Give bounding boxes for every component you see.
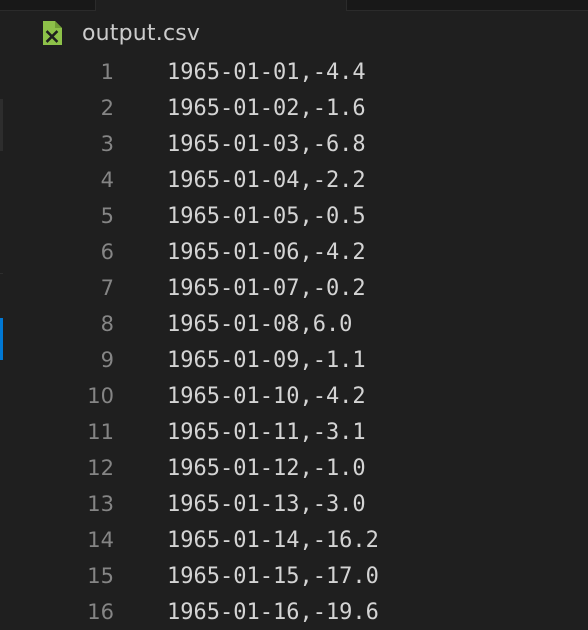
code-line[interactable]: 14 1965-01-14,-16.2 bbox=[0, 522, 588, 558]
editor-window: output.csv 1 1965-01-01,-4.4 2 1965-01-02,-… bbox=[0, 0, 588, 630]
line-number: 3 bbox=[100, 132, 114, 156]
code-line[interactable]: 4 1965-01-04,-2.2 bbox=[0, 162, 588, 198]
line-text[interactable]: 1965-01-02,-1.6 bbox=[167, 96, 366, 121]
line-text[interactable]: 1965-01-14,-16.2 bbox=[167, 528, 379, 553]
line-text[interactable]: 1965-01-12,-1.0 bbox=[167, 456, 366, 481]
line-text[interactable]: 1965-01-06,-4.2 bbox=[167, 240, 366, 265]
breadcrumb[interactable]: output.csv bbox=[40, 18, 200, 48]
code-line[interactable]: 1 1965-01-01,-4.4 bbox=[0, 54, 588, 90]
line-number: 4 bbox=[100, 168, 114, 192]
code-line[interactable]: 15 1965-01-15,-17.0 bbox=[0, 558, 588, 594]
line-number: 6 bbox=[100, 240, 114, 264]
line-text[interactable]: 1965-01-04,-2.2 bbox=[167, 168, 366, 193]
line-number: 9 bbox=[100, 348, 114, 372]
csv-file-icon bbox=[40, 19, 64, 47]
line-number: 16 bbox=[87, 600, 114, 624]
code-line[interactable]: 10 1965-01-10,-4.2 bbox=[0, 378, 588, 414]
line-number: 5 bbox=[100, 204, 114, 228]
line-text[interactable]: 1965-01-13,-3.0 bbox=[167, 492, 366, 517]
line-text[interactable]: 1965-01-11,-3.1 bbox=[167, 420, 366, 445]
line-number: 7 bbox=[100, 276, 114, 300]
code-line[interactable]: 3 1965-01-03,-6.8 bbox=[0, 126, 588, 162]
line-text[interactable]: 1965-01-16,-19.6 bbox=[167, 600, 379, 625]
line-text[interactable]: 1965-01-05,-0.5 bbox=[167, 204, 366, 229]
code-line[interactable]: 12 1965-01-12,-1.0 bbox=[0, 450, 588, 486]
line-text[interactable]: 1965-01-15,-17.0 bbox=[167, 564, 379, 589]
code-line[interactable]: 13 1965-01-13,-3.0 bbox=[0, 486, 588, 522]
line-number: 8 bbox=[100, 312, 114, 336]
line-number: 11 bbox=[87, 420, 114, 444]
line-text[interactable]: 1965-01-07,-0.2 bbox=[167, 276, 366, 301]
file-name: output.csv bbox=[82, 20, 201, 46]
code-line[interactable]: 6 1965-01-06,-4.2 bbox=[0, 234, 588, 270]
code-line[interactable]: 16 1965-01-16,-19.6 bbox=[0, 594, 588, 630]
tab-bar bbox=[0, 0, 588, 11]
line-number: 13 bbox=[87, 492, 114, 516]
line-text[interactable]: 1965-01-01,-4.4 bbox=[167, 60, 366, 85]
line-number: 15 bbox=[87, 564, 114, 588]
line-text[interactable]: 1965-01-03,-6.8 bbox=[167, 132, 366, 157]
line-text[interactable]: 1965-01-09,-1.1 bbox=[167, 348, 366, 373]
line-number: 1 bbox=[100, 60, 114, 84]
code-line[interactable]: 9 1965-01-09,-1.1 bbox=[0, 342, 588, 378]
line-text[interactable]: 1965-01-08,6.0 bbox=[167, 312, 352, 337]
code-line[interactable]: 8 1965-01-08,6.0 bbox=[0, 306, 588, 342]
line-number: 2 bbox=[100, 96, 114, 120]
code-line[interactable]: 2 1965-01-02,-1.6 bbox=[0, 90, 588, 126]
code-line[interactable]: 7 1965-01-07,-0.2 bbox=[0, 270, 588, 306]
tab-output-csv[interactable] bbox=[95, 0, 347, 11]
line-number: 10 bbox=[87, 384, 114, 408]
code-line[interactable]: 5 1965-01-05,-0.5 bbox=[0, 198, 588, 234]
line-text[interactable]: 1965-01-10,-4.2 bbox=[167, 384, 366, 409]
line-number: 12 bbox=[87, 456, 114, 480]
line-number: 14 bbox=[87, 528, 114, 552]
code-editor[interactable]: 1 1965-01-01,-4.4 2 1965-01-02,-1.6 3 1965-01… bbox=[0, 54, 588, 630]
code-line[interactable]: 11 1965-01-11,-3.1 bbox=[0, 414, 588, 450]
